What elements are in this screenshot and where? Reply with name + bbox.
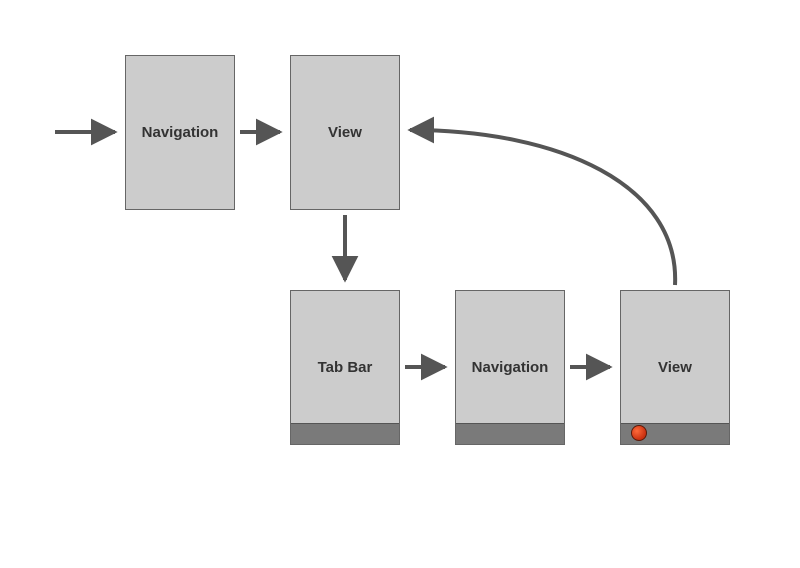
tab-indicator-dot-icon	[631, 425, 647, 441]
node-label: Tab Bar	[318, 359, 373, 376]
node-label: Navigation	[142, 124, 219, 141]
node-view-bottom: View	[620, 290, 730, 445]
tab-strip	[291, 423, 399, 444]
node-view-top: View	[290, 55, 400, 210]
tab-strip	[456, 423, 564, 444]
diagram-canvas: Navigation View Tab Bar Navigation View	[0, 0, 800, 568]
arrows-layer	[0, 0, 800, 568]
node-label: View	[658, 359, 692, 376]
node-label: View	[328, 124, 362, 141]
node-label: Navigation	[472, 359, 549, 376]
arrow-view-bottom-back-to-view-top	[410, 130, 675, 285]
tab-strip	[621, 423, 729, 444]
node-navigation-top: Navigation	[125, 55, 235, 210]
node-navigation-bottom: Navigation	[455, 290, 565, 445]
node-tab-bar: Tab Bar	[290, 290, 400, 445]
